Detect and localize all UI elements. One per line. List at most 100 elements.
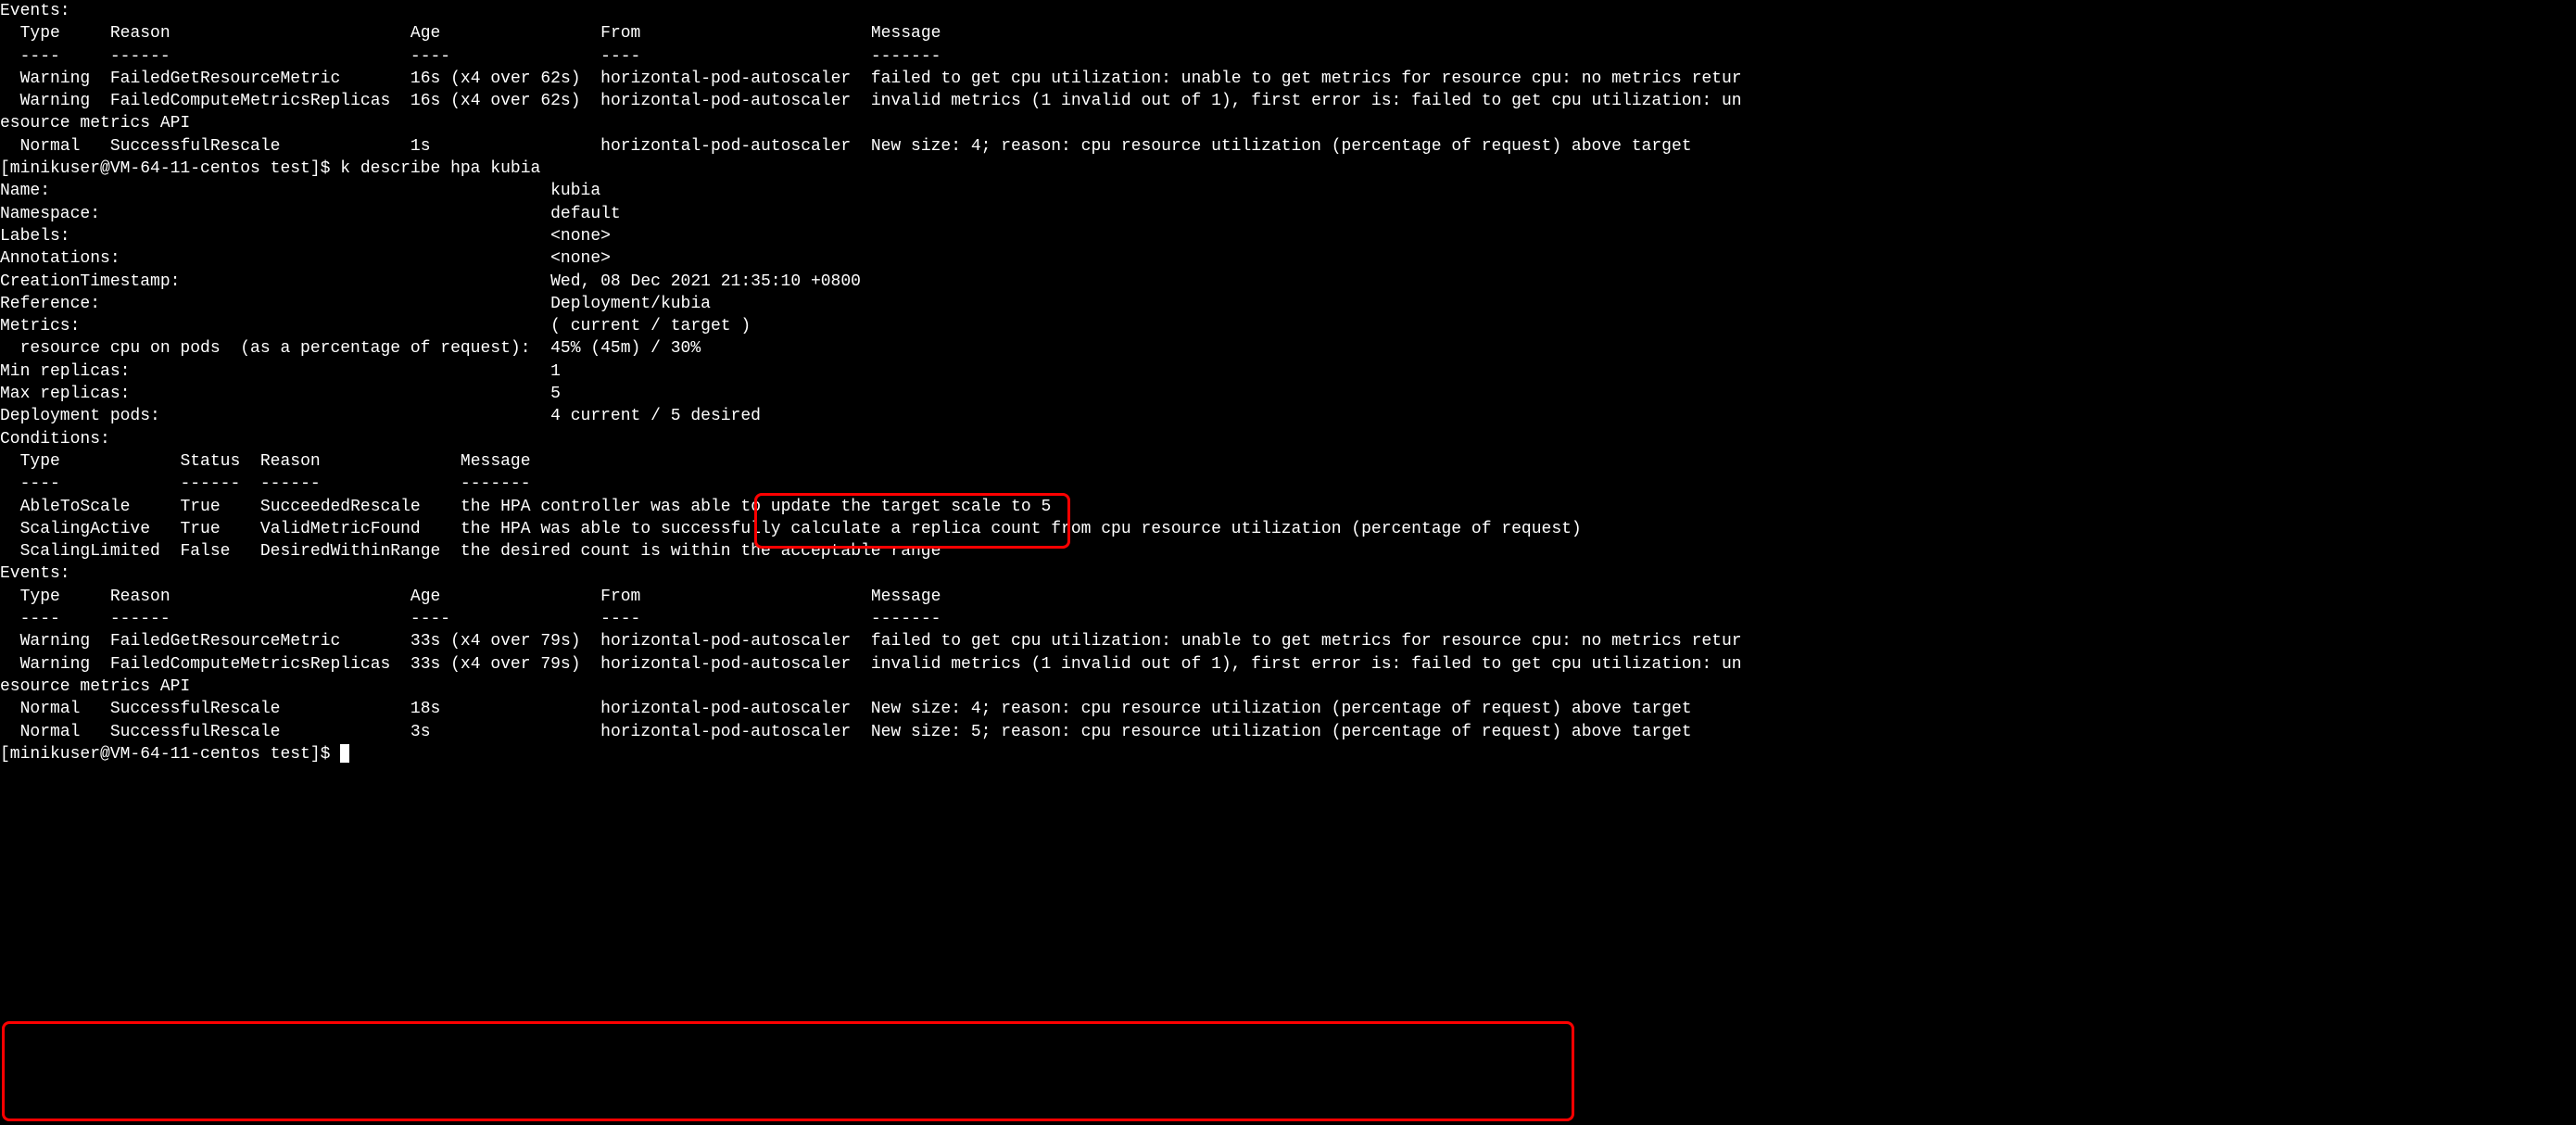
col-age: Age <box>410 24 440 43</box>
event-from: horizontal-pod-autoscaler <box>600 70 851 88</box>
sep: ------ <box>110 47 170 66</box>
event-from: horizontal-pod-autoscaler <box>600 655 851 674</box>
col-from: From <box>600 24 640 43</box>
cond-message: the HPA controller was able to update th… <box>461 498 1051 516</box>
field-value: <none> <box>550 227 611 246</box>
wrap-line: esource metrics API <box>0 114 190 133</box>
sep: ---- <box>20 474 60 493</box>
field-value: Deployment/kubia <box>550 295 711 313</box>
col-message: Message <box>871 24 941 43</box>
events-header: Events: <box>0 564 70 583</box>
conditions-header: Conditions: <box>0 430 110 449</box>
event-message: New size: 4; reason: cpu resource utiliz… <box>871 700 1692 718</box>
col-reason: Reason <box>110 588 170 606</box>
col-age: Age <box>410 588 440 606</box>
event-age: 1s <box>410 137 431 156</box>
event-age: 3s <box>410 723 431 741</box>
event-message: New size: 4; reason: cpu resource utiliz… <box>871 137 1692 156</box>
sep: ---- <box>410 47 450 66</box>
cond-reason: SucceededRescale <box>260 498 421 516</box>
col-message: Message <box>871 588 941 606</box>
event-type: Normal <box>20 723 81 741</box>
field-key: Min replicas: <box>0 362 130 381</box>
events-header: Events: <box>0 2 70 20</box>
event-type: Warning <box>20 655 91 674</box>
cond-message: the HPA was able to successfully calcula… <box>461 520 1582 538</box>
field-key: resource cpu on pods (as a percentage of… <box>0 339 531 358</box>
sep: ------- <box>871 47 941 66</box>
col-reason: Reason <box>260 452 321 471</box>
cond-reason: ValidMetricFound <box>260 520 421 538</box>
event-age: 33s (x4 over 79s) <box>410 632 581 651</box>
event-type: Normal <box>20 137 81 156</box>
col-type: Type <box>20 24 60 43</box>
shell-prompt[interactable]: [minikuser@VM-64-11-centos test]$ <box>0 745 340 764</box>
col-reason: Reason <box>110 24 170 43</box>
cond-status: False <box>180 542 230 561</box>
cursor-icon <box>340 744 349 763</box>
field-key: Deployment pods: <box>0 407 160 425</box>
sep: ---- <box>20 47 60 66</box>
event-type: Normal <box>20 700 81 718</box>
sep: ---- <box>600 47 640 66</box>
cond-reason: DesiredWithinRange <box>260 542 440 561</box>
field-key: Annotations: <box>0 249 120 268</box>
sep: ------ <box>260 474 321 493</box>
event-reason: FailedComputeMetricsReplicas <box>110 655 390 674</box>
field-key: Labels: <box>0 227 70 246</box>
field-key: CreationTimestamp: <box>0 272 180 291</box>
highlight-box-rescale-events <box>2 1021 1574 1121</box>
event-from: horizontal-pod-autoscaler <box>600 137 851 156</box>
event-from: horizontal-pod-autoscaler <box>600 700 851 718</box>
cond-type: ScalingActive <box>20 520 150 538</box>
shell-prompt: [minikuser@VM-64-11-centos test]$ k desc… <box>0 159 540 178</box>
event-from: horizontal-pod-autoscaler <box>600 92 851 110</box>
cond-status: True <box>180 520 220 538</box>
event-age: 18s <box>410 700 440 718</box>
field-value: <none> <box>550 249 611 268</box>
field-value: 4 current / 5 desired <box>550 407 761 425</box>
col-status: Status <box>180 452 240 471</box>
sep: ------ <box>180 474 240 493</box>
event-message: invalid metrics (1 invalid out of 1), fi… <box>871 655 1742 674</box>
field-value: ( current / target ) <box>550 317 751 335</box>
terminal-output[interactable]: Events: Type Reason Age From Message ---… <box>0 0 2576 765</box>
event-reason: SuccessfulRescale <box>110 700 281 718</box>
event-reason: FailedGetResourceMetric <box>110 632 340 651</box>
cond-status: True <box>180 498 220 516</box>
cond-message: the desired count is within the acceptab… <box>461 542 941 561</box>
sep: ------- <box>871 610 941 628</box>
event-reason: SuccessfulRescale <box>110 137 281 156</box>
event-message: failed to get cpu utilization: unable to… <box>871 632 1742 651</box>
cpu-metric-value: 45% (45m) / 30% <box>550 339 701 358</box>
event-from: horizontal-pod-autoscaler <box>600 632 851 651</box>
field-key: Namespace: <box>0 205 100 223</box>
event-reason: SuccessfulRescale <box>110 723 281 741</box>
event-type: Warning <box>20 632 91 651</box>
col-type: Type <box>20 452 60 471</box>
cond-type: AbleToScale <box>20 498 131 516</box>
field-value: default <box>550 205 621 223</box>
sep: ---- <box>20 610 60 628</box>
sep: ------- <box>461 474 531 493</box>
event-type: Warning <box>20 92 91 110</box>
event-message: failed to get cpu utilization: unable to… <box>871 70 1742 88</box>
event-age: 33s (x4 over 79s) <box>410 655 581 674</box>
col-message: Message <box>461 452 531 471</box>
field-key: Reference: <box>0 295 100 313</box>
field-value: 5 <box>550 385 561 403</box>
event-message: New size: 5; reason: cpu resource utiliz… <box>871 723 1692 741</box>
field-key: Metrics: <box>0 317 80 335</box>
col-type: Type <box>20 588 60 606</box>
field-value: Wed, 08 Dec 2021 21:35:10 +0800 <box>550 272 861 291</box>
event-from: horizontal-pod-autoscaler <box>600 723 851 741</box>
event-reason: FailedComputeMetricsReplicas <box>110 92 390 110</box>
event-reason: FailedGetResourceMetric <box>110 70 340 88</box>
sep: ---- <box>600 610 640 628</box>
field-key: Name: <box>0 182 50 200</box>
event-age: 16s (x4 over 62s) <box>410 92 581 110</box>
col-from: From <box>600 588 640 606</box>
field-value: kubia <box>550 182 600 200</box>
sep: ---- <box>410 610 450 628</box>
event-message: invalid metrics (1 invalid out of 1), fi… <box>871 92 1742 110</box>
